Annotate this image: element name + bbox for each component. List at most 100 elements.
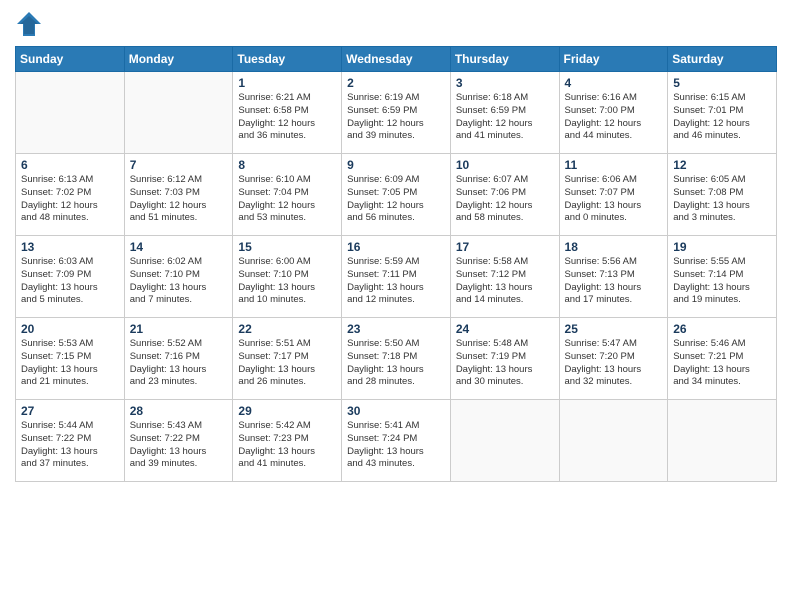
day-info: Sunrise: 6:03 AM Sunset: 7:09 PM Dayligh… [21,256,119,307]
day-number: 14 [130,240,228,254]
day-info: Sunrise: 5:59 AM Sunset: 7:11 PM Dayligh… [347,256,445,307]
calendar-cell [668,400,777,482]
day-number: 20 [21,322,119,336]
calendar-cell: 9Sunrise: 6:09 AM Sunset: 7:05 PM Daylig… [342,154,451,236]
day-number: 24 [456,322,554,336]
day-info: Sunrise: 5:42 AM Sunset: 7:23 PM Dayligh… [238,420,336,471]
day-info: Sunrise: 5:44 AM Sunset: 7:22 PM Dayligh… [21,420,119,471]
day-number: 6 [21,158,119,172]
weekday-header-saturday: Saturday [668,47,777,72]
calendar-cell: 22 Sunrise: 5:51 AM Sunset: 7:17 PM Dayli… [233,318,342,400]
day-number: 7 [130,158,228,172]
calendar-cell: 26 Sunrise: 5:46 AM Sunset: 7:21 PM Dayli… [668,318,777,400]
day-number: 1 [238,76,336,90]
day-number: 3 [456,76,554,90]
day-number: 13 [21,240,119,254]
day-info: Sunrise: 5:56 AM Sunset: 7:13 PM Dayligh… [565,256,663,307]
calendar-cell [559,400,668,482]
calendar-cell: 16 Sunrise: 5:59 AM Sunset: 7:11 PM Dayli… [342,236,451,318]
day-number: 27 [21,404,119,418]
logo-icon [15,10,43,38]
calendar-cell: 25 Sunrise: 5:47 AM Sunset: 7:20 PM Dayli… [559,318,668,400]
weekday-header-monday: Monday [124,47,233,72]
weekday-header-sunday: Sunday [16,47,125,72]
logo [15,10,47,38]
day-number: 11 [565,158,663,172]
day-number: 12 [673,158,771,172]
day-info: Sunrise: 5:46 AM Sunset: 7:21 PM Dayligh… [673,338,771,389]
week-row-3: 13 Sunrise: 6:03 AM Sunset: 7:09 PM Dayli… [16,236,777,318]
calendar: SundayMondayTuesdayWednesdayThursdayFrid… [15,46,777,482]
calendar-cell: 2 Sunrise: 6:19 AM Sunset: 6:59 PM Daylig… [342,72,451,154]
day-info: Sunrise: 5:43 AM Sunset: 7:22 PM Dayligh… [130,420,228,471]
calendar-cell: 12 Sunrise: 6:05 AM Sunset: 7:08 PM Dayli… [668,154,777,236]
day-info: Sunrise: 6:07 AM Sunset: 7:06 PM Dayligh… [456,174,554,225]
day-info: Sunrise: 6:02 AM Sunset: 7:10 PM Dayligh… [130,256,228,307]
day-info: Sunrise: 6:10 AM Sunset: 7:04 PM Dayligh… [238,174,336,225]
calendar-cell: 13 Sunrise: 6:03 AM Sunset: 7:09 PM Dayli… [16,236,125,318]
day-info: Sunrise: 5:47 AM Sunset: 7:20 PM Dayligh… [565,338,663,389]
day-info: Sunrise: 6:18 AM Sunset: 6:59 PM Dayligh… [456,92,554,143]
day-info: Sunrise: 6:15 AM Sunset: 7:01 PM Dayligh… [673,92,771,143]
day-number: 21 [130,322,228,336]
day-info: Sunrise: 5:53 AM Sunset: 7:15 PM Dayligh… [21,338,119,389]
calendar-cell [124,72,233,154]
day-number: 8 [238,158,336,172]
weekday-header-thursday: Thursday [450,47,559,72]
day-number: 30 [347,404,445,418]
calendar-cell: 19 Sunrise: 5:55 AM Sunset: 7:14 PM Dayli… [668,236,777,318]
day-number: 5 [673,76,771,90]
calendar-cell: 29 Sunrise: 5:42 AM Sunset: 7:23 PM Dayli… [233,400,342,482]
header [15,10,777,38]
day-number: 28 [130,404,228,418]
calendar-cell: 17 Sunrise: 5:58 AM Sunset: 7:12 PM Dayli… [450,236,559,318]
day-number: 9 [347,158,445,172]
day-info: Sunrise: 5:58 AM Sunset: 7:12 PM Dayligh… [456,256,554,307]
day-number: 25 [565,322,663,336]
day-number: 18 [565,240,663,254]
day-info: Sunrise: 6:06 AM Sunset: 7:07 PM Dayligh… [565,174,663,225]
week-row-1: 1 Sunrise: 6:21 AM Sunset: 6:58 PM Daylig… [16,72,777,154]
weekday-header-row: SundayMondayTuesdayWednesdayThursdayFrid… [16,47,777,72]
day-info: Sunrise: 5:41 AM Sunset: 7:24 PM Dayligh… [347,420,445,471]
calendar-cell: 1 Sunrise: 6:21 AM Sunset: 6:58 PM Daylig… [233,72,342,154]
day-number: 26 [673,322,771,336]
calendar-cell: 21Sunrise: 5:52 AM Sunset: 7:16 PM Dayli… [124,318,233,400]
day-number: 17 [456,240,554,254]
day-number: 15 [238,240,336,254]
day-info: Sunrise: 6:05 AM Sunset: 7:08 PM Dayligh… [673,174,771,225]
calendar-cell: 7 Sunrise: 6:12 AM Sunset: 7:03 PM Daylig… [124,154,233,236]
calendar-cell: 15 Sunrise: 6:00 AM Sunset: 7:10 PM Dayli… [233,236,342,318]
calendar-cell: 11 Sunrise: 6:06 AM Sunset: 7:07 PM Dayli… [559,154,668,236]
calendar-cell: 24 Sunrise: 5:48 AM Sunset: 7:19 PM Dayli… [450,318,559,400]
day-info: Sunrise: 6:19 AM Sunset: 6:59 PM Dayligh… [347,92,445,143]
weekday-header-wednesday: Wednesday [342,47,451,72]
week-row-2: 6 Sunrise: 6:13 AM Sunset: 7:02 PM Daylig… [16,154,777,236]
day-number: 4 [565,76,663,90]
day-number: 16 [347,240,445,254]
calendar-cell: 6 Sunrise: 6:13 AM Sunset: 7:02 PM Daylig… [16,154,125,236]
day-number: 29 [238,404,336,418]
calendar-cell: 8 Sunrise: 6:10 AM Sunset: 7:04 PM Daylig… [233,154,342,236]
day-info: Sunrise: 6:21 AM Sunset: 6:58 PM Dayligh… [238,92,336,143]
weekday-header-tuesday: Tuesday [233,47,342,72]
day-info: Sunrise: 5:50 AM Sunset: 7:18 PM Dayligh… [347,338,445,389]
weekday-header-friday: Friday [559,47,668,72]
calendar-cell: 18 Sunrise: 5:56 AM Sunset: 7:13 PM Dayli… [559,236,668,318]
day-number: 19 [673,240,771,254]
page: SundayMondayTuesdayWednesdayThursdayFrid… [0,0,792,612]
week-row-4: 20 Sunrise: 5:53 AM Sunset: 7:15 PM Dayli… [16,318,777,400]
day-info: Sunrise: 5:51 AM Sunset: 7:17 PM Dayligh… [238,338,336,389]
calendar-cell: 5 Sunrise: 6:15 AM Sunset: 7:01 PM Daylig… [668,72,777,154]
day-info: Sunrise: 6:13 AM Sunset: 7:02 PM Dayligh… [21,174,119,225]
day-info: Sunrise: 6:12 AM Sunset: 7:03 PM Dayligh… [130,174,228,225]
day-info: Sunrise: 5:55 AM Sunset: 7:14 PM Dayligh… [673,256,771,307]
calendar-cell: 4Sunrise: 6:16 AM Sunset: 7:00 PM Daylig… [559,72,668,154]
calendar-cell: 27 Sunrise: 5:44 AM Sunset: 7:22 PM Dayli… [16,400,125,482]
day-number: 22 [238,322,336,336]
calendar-cell [450,400,559,482]
day-info: Sunrise: 6:00 AM Sunset: 7:10 PM Dayligh… [238,256,336,307]
day-number: 2 [347,76,445,90]
day-number: 10 [456,158,554,172]
day-info: Sunrise: 5:48 AM Sunset: 7:19 PM Dayligh… [456,338,554,389]
